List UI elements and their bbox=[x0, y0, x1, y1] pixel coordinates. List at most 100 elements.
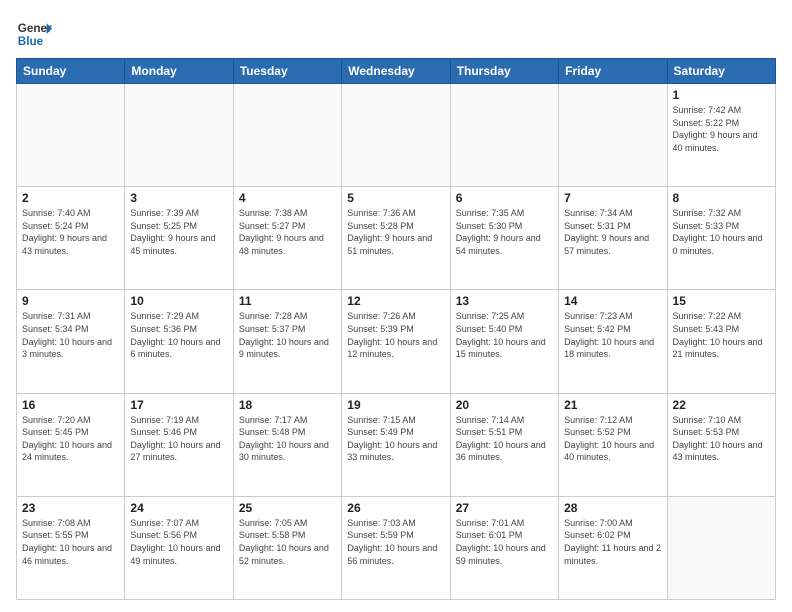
week-row-0: 1 Sunrise: 7:42 AM Sunset: 5:22 PM Daylig… bbox=[17, 84, 776, 187]
day-info: Sunrise: 7:12 AM Sunset: 5:52 PM Dayligh… bbox=[564, 414, 661, 464]
week-row-4: 23 Sunrise: 7:08 AM Sunset: 5:55 PM Dayli… bbox=[17, 496, 776, 599]
header: General Blue bbox=[16, 12, 776, 52]
day-number: 27 bbox=[456, 501, 553, 515]
calendar-cell: 7 Sunrise: 7:34 AM Sunset: 5:31 PM Daylig… bbox=[559, 187, 667, 290]
day-info: Sunrise: 7:26 AM Sunset: 5:39 PM Dayligh… bbox=[347, 310, 444, 360]
calendar-cell: 22Sunrise: 7:10 AM Sunset: 5:53 PM Dayli… bbox=[667, 393, 775, 496]
day-number: 22 bbox=[673, 398, 770, 412]
week-row-2: 9 Sunrise: 7:31 AM Sunset: 5:34 PM Daylig… bbox=[17, 290, 776, 393]
day-number: 26 bbox=[347, 501, 444, 515]
day-number: 15 bbox=[673, 294, 770, 308]
calendar-cell: 24 Sunrise: 7:07 AM Sunset: 5:56 PM Dayli… bbox=[125, 496, 233, 599]
day-number: 23 bbox=[22, 501, 119, 515]
day-number: 6 bbox=[456, 191, 553, 205]
day-number: 24 bbox=[130, 501, 227, 515]
day-info: Sunrise: 7:39 AM Sunset: 5:25 PM Dayligh… bbox=[130, 207, 227, 257]
calendar-cell: 19 Sunrise: 7:15 AM Sunset: 5:49 PM Dayli… bbox=[342, 393, 450, 496]
day-info: Sunrise: 7:19 AM Sunset: 5:46 PM Dayligh… bbox=[130, 414, 227, 464]
day-info: Sunrise: 7:34 AM Sunset: 5:31 PM Dayligh… bbox=[564, 207, 661, 257]
calendar-cell: 28 Sunrise: 7:00 AM Sunset: 6:02 PM Dayli… bbox=[559, 496, 667, 599]
day-number: 28 bbox=[564, 501, 661, 515]
calendar-cell bbox=[559, 84, 667, 187]
day-number: 25 bbox=[239, 501, 336, 515]
day-number: 13 bbox=[456, 294, 553, 308]
calendar-cell: 23 Sunrise: 7:08 AM Sunset: 5:55 PM Dayli… bbox=[17, 496, 125, 599]
day-number: 8 bbox=[673, 191, 770, 205]
day-number: 9 bbox=[22, 294, 119, 308]
day-number: 5 bbox=[347, 191, 444, 205]
calendar-cell: 10Sunrise: 7:29 AM Sunset: 5:36 PM Dayli… bbox=[125, 290, 233, 393]
calendar-cell bbox=[450, 84, 558, 187]
calendar-table: SundayMondayTuesdayWednesdayThursdayFrid… bbox=[16, 58, 776, 600]
day-info: Sunrise: 7:42 AM Sunset: 5:22 PM Dayligh… bbox=[673, 104, 770, 154]
day-number: 17 bbox=[130, 398, 227, 412]
day-info: Sunrise: 7:14 AM Sunset: 5:51 PM Dayligh… bbox=[456, 414, 553, 464]
day-number: 11 bbox=[239, 294, 336, 308]
day-info: Sunrise: 7:07 AM Sunset: 5:56 PM Dayligh… bbox=[130, 517, 227, 567]
calendar-cell: 18 Sunrise: 7:17 AM Sunset: 5:48 PM Dayli… bbox=[233, 393, 341, 496]
calendar-cell: 14Sunrise: 7:23 AM Sunset: 5:42 PM Dayli… bbox=[559, 290, 667, 393]
col-header-tuesday: Tuesday bbox=[233, 59, 341, 84]
day-info: Sunrise: 7:28 AM Sunset: 5:37 PM Dayligh… bbox=[239, 310, 336, 360]
calendar-cell bbox=[667, 496, 775, 599]
day-number: 16 bbox=[22, 398, 119, 412]
calendar-cell: 2 Sunrise: 7:40 AM Sunset: 5:24 PM Daylig… bbox=[17, 187, 125, 290]
day-info: Sunrise: 7:05 AM Sunset: 5:58 PM Dayligh… bbox=[239, 517, 336, 567]
day-info: Sunrise: 7:17 AM Sunset: 5:48 PM Dayligh… bbox=[239, 414, 336, 464]
calendar-cell: 8Sunrise: 7:32 AM Sunset: 5:33 PM Daylig… bbox=[667, 187, 775, 290]
calendar-cell: 16 Sunrise: 7:20 AM Sunset: 5:45 PM Dayli… bbox=[17, 393, 125, 496]
day-info: Sunrise: 7:01 AM Sunset: 6:01 PM Dayligh… bbox=[456, 517, 553, 567]
calendar-cell: 27 Sunrise: 7:01 AM Sunset: 6:01 PM Dayli… bbox=[450, 496, 558, 599]
calendar-cell: 21 Sunrise: 7:12 AM Sunset: 5:52 PM Dayli… bbox=[559, 393, 667, 496]
day-number: 19 bbox=[347, 398, 444, 412]
calendar-cell: 15 Sunrise: 7:22 AM Sunset: 5:43 PM Dayli… bbox=[667, 290, 775, 393]
calendar-cell: 26 Sunrise: 7:03 AM Sunset: 5:59 PM Dayli… bbox=[342, 496, 450, 599]
day-info: Sunrise: 7:35 AM Sunset: 5:30 PM Dayligh… bbox=[456, 207, 553, 257]
calendar-cell bbox=[342, 84, 450, 187]
day-info: Sunrise: 7:40 AM Sunset: 5:24 PM Dayligh… bbox=[22, 207, 119, 257]
week-row-3: 16 Sunrise: 7:20 AM Sunset: 5:45 PM Dayli… bbox=[17, 393, 776, 496]
day-info: Sunrise: 7:36 AM Sunset: 5:28 PM Dayligh… bbox=[347, 207, 444, 257]
day-number: 3 bbox=[130, 191, 227, 205]
col-header-sunday: Sunday bbox=[17, 59, 125, 84]
day-number: 1 bbox=[673, 88, 770, 102]
day-number: 20 bbox=[456, 398, 553, 412]
calendar-cell: 17 Sunrise: 7:19 AM Sunset: 5:46 PM Dayli… bbox=[125, 393, 233, 496]
calendar-cell: 5 Sunrise: 7:36 AM Sunset: 5:28 PM Daylig… bbox=[342, 187, 450, 290]
calendar-cell bbox=[233, 84, 341, 187]
logo: General Blue bbox=[16, 16, 54, 52]
day-info: Sunrise: 7:08 AM Sunset: 5:55 PM Dayligh… bbox=[22, 517, 119, 567]
page: General Blue SundayMondayTuesdayWednesda… bbox=[0, 0, 792, 612]
col-header-thursday: Thursday bbox=[450, 59, 558, 84]
calendar-cell bbox=[17, 84, 125, 187]
calendar-cell: 25 Sunrise: 7:05 AM Sunset: 5:58 PM Dayli… bbox=[233, 496, 341, 599]
day-info: Sunrise: 7:29 AM Sunset: 5:36 PM Dayligh… bbox=[130, 310, 227, 360]
day-number: 14 bbox=[564, 294, 661, 308]
day-number: 4 bbox=[239, 191, 336, 205]
day-number: 12 bbox=[347, 294, 444, 308]
col-header-saturday: Saturday bbox=[667, 59, 775, 84]
day-info: Sunrise: 7:00 AM Sunset: 6:02 PM Dayligh… bbox=[564, 517, 661, 567]
calendar-cell bbox=[125, 84, 233, 187]
day-number: 21 bbox=[564, 398, 661, 412]
calendar-cell: 6 Sunrise: 7:35 AM Sunset: 5:30 PM Daylig… bbox=[450, 187, 558, 290]
calendar-cell: 20 Sunrise: 7:14 AM Sunset: 5:51 PM Dayli… bbox=[450, 393, 558, 496]
calendar-cell: 1 Sunrise: 7:42 AM Sunset: 5:22 PM Daylig… bbox=[667, 84, 775, 187]
day-info: Sunrise: 7:03 AM Sunset: 5:59 PM Dayligh… bbox=[347, 517, 444, 567]
day-number: 18 bbox=[239, 398, 336, 412]
calendar-cell: 13Sunrise: 7:25 AM Sunset: 5:40 PM Dayli… bbox=[450, 290, 558, 393]
calendar-cell: 4Sunrise: 7:38 AM Sunset: 5:27 PM Daylig… bbox=[233, 187, 341, 290]
calendar-cell: 11 Sunrise: 7:28 AM Sunset: 5:37 PM Dayli… bbox=[233, 290, 341, 393]
calendar-cell: 12 Sunrise: 7:26 AM Sunset: 5:39 PM Dayli… bbox=[342, 290, 450, 393]
calendar-cell: 9 Sunrise: 7:31 AM Sunset: 5:34 PM Daylig… bbox=[17, 290, 125, 393]
day-info: Sunrise: 7:15 AM Sunset: 5:49 PM Dayligh… bbox=[347, 414, 444, 464]
day-info: Sunrise: 7:20 AM Sunset: 5:45 PM Dayligh… bbox=[22, 414, 119, 464]
day-number: 7 bbox=[564, 191, 661, 205]
week-row-1: 2 Sunrise: 7:40 AM Sunset: 5:24 PM Daylig… bbox=[17, 187, 776, 290]
logo-icon: General Blue bbox=[16, 16, 52, 52]
col-header-friday: Friday bbox=[559, 59, 667, 84]
day-info: Sunrise: 7:31 AM Sunset: 5:34 PM Dayligh… bbox=[22, 310, 119, 360]
day-number: 2 bbox=[22, 191, 119, 205]
header-row: SundayMondayTuesdayWednesdayThursdayFrid… bbox=[17, 59, 776, 84]
day-info: Sunrise: 7:22 AM Sunset: 5:43 PM Dayligh… bbox=[673, 310, 770, 360]
